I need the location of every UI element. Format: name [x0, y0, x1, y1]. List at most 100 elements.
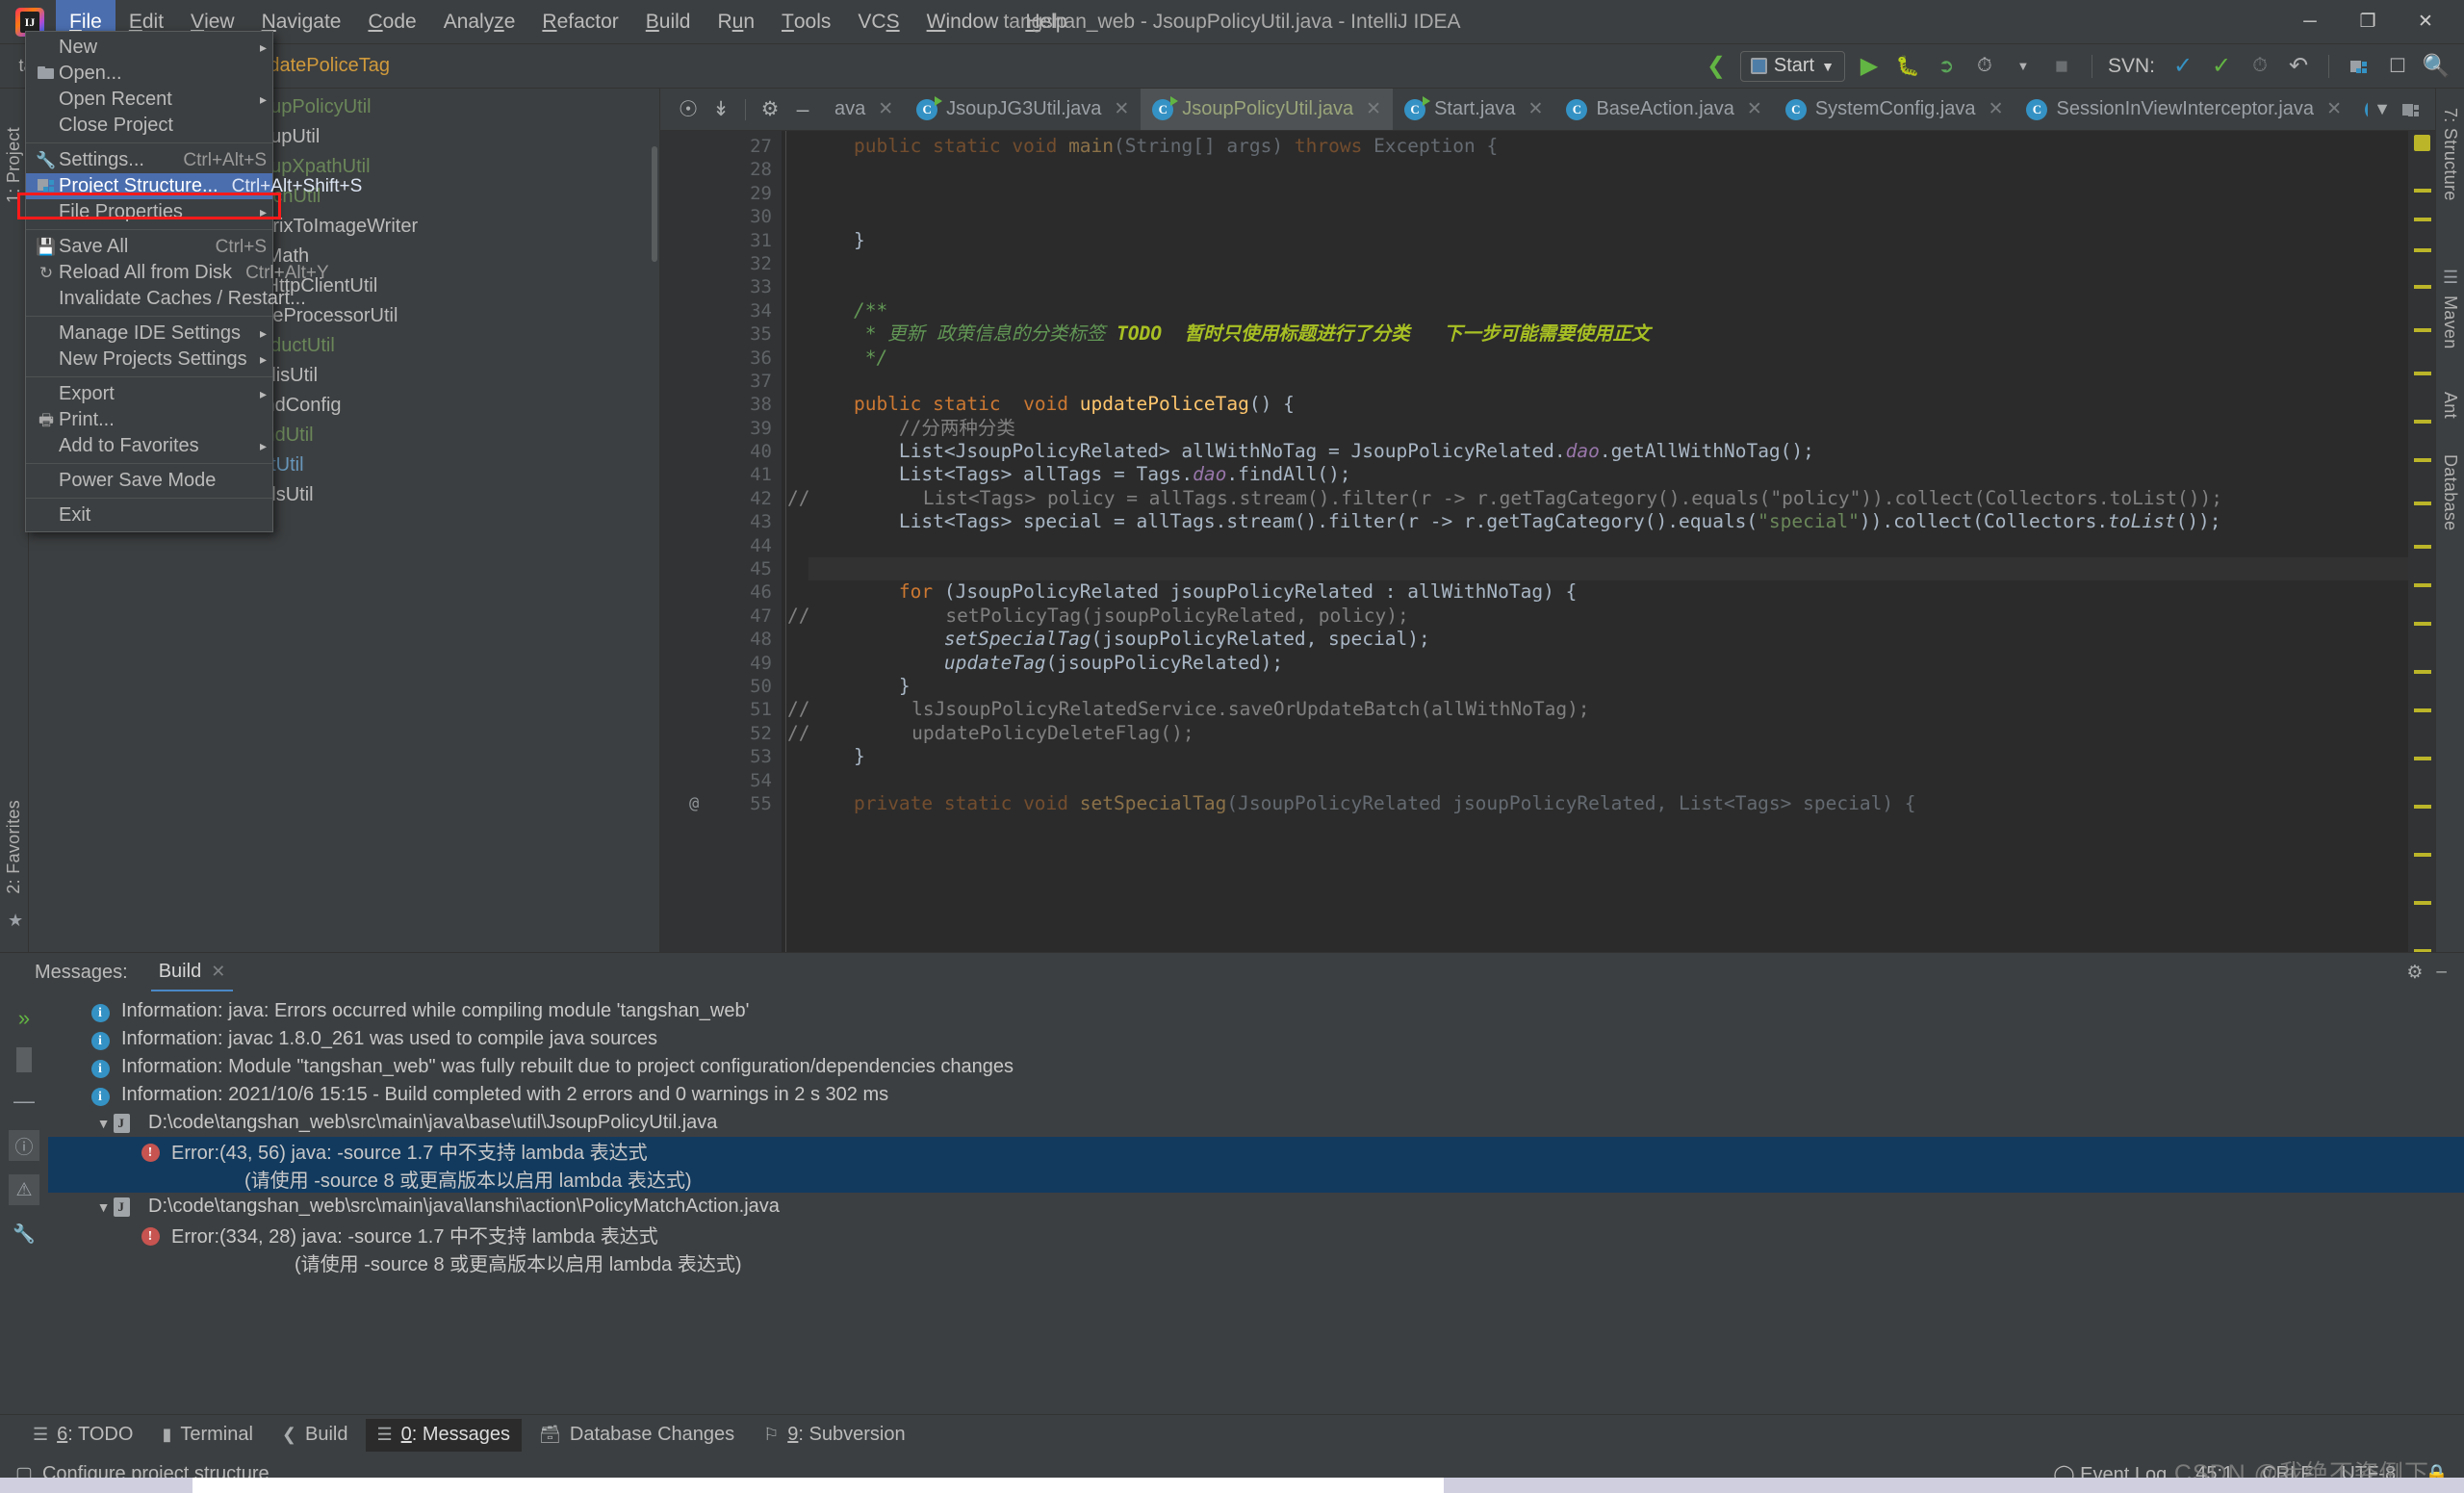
code-line[interactable]: // setPolicyTag(jsoupPolicyRelated, poli… [787, 605, 2408, 628]
bottom-tab-0-messages[interactable]: ☰ 0: Messages [365, 1418, 523, 1452]
line-number[interactable]: 47 [676, 605, 782, 628]
hide-icon[interactable]: – [788, 95, 817, 124]
tool-tab-structure[interactable]: 7: Structure [2440, 108, 2460, 201]
message-row[interactable]: ! Error:(334, 28) java: -source 1.7 中不支持 … [48, 1221, 2464, 1248]
stop-icon[interactable]: ■ [2047, 52, 2076, 81]
code-line[interactable]: */ [808, 347, 2408, 370]
code-line[interactable]: //分两种分类 [808, 417, 2408, 440]
tool-tab-favorites[interactable]: 2: Favorites [4, 800, 24, 894]
collapse-icon[interactable]: — [9, 1086, 39, 1117]
run-icon[interactable]: ▶ [1855, 52, 1884, 81]
code-line[interactable]: public static void updatePoliceTag() { [808, 393, 2408, 416]
message-row[interactable]: ! Error:(43, 56) java: -source 1.7 中不支持 l… [48, 1137, 2464, 1165]
code-editor[interactable]: 2728293031△323334▽3536△3738▽394041424344… [660, 131, 2435, 952]
message-row[interactable]: i Information: javac 1.8.0_261 was used t… [48, 1025, 2464, 1053]
file-menu-dropdown[interactable]: New ▸ Open... Open Recent ▸ Close Project 🔧 Set… [25, 31, 362, 532]
line-number[interactable]: 51▽ [676, 698, 799, 721]
code-line[interactable]: * 更新 政策信息的分类标签 TODO 暂时只使用标题进行了分类 下一步可能需要… [808, 322, 2408, 346]
warning-filter-icon[interactable]: ⚠ [9, 1174, 39, 1205]
line-number[interactable]: 32 [676, 252, 782, 275]
line-number[interactable]: 53△ [676, 745, 799, 768]
code-line[interactable]: } [808, 675, 2408, 698]
line-number[interactable]: 45 [676, 557, 782, 580]
file-menu-item-settings[interactable]: 🔧 Settings... Ctrl+Alt+S [26, 147, 272, 173]
line-number[interactable]: 27 [676, 135, 782, 158]
bottom-tab-6-todo[interactable]: ☰ 6: TODO [21, 1419, 144, 1452]
bottom-tab-database-changes[interactable]: 🗃 Database Changes [527, 1419, 746, 1452]
menu-run[interactable]: Run [705, 0, 769, 43]
line-number[interactable]: 41 [676, 463, 782, 486]
maximize-button[interactable]: ❐ [2339, 1, 2397, 43]
message-row[interactable]: i Information: Module "tangshan_web" was … [48, 1053, 2464, 1081]
profile-dropdown-icon[interactable]: ▼ [2009, 52, 2038, 81]
project-scrollbar[interactable] [652, 146, 657, 262]
code-line[interactable]: // List<Tags> policy = allTags.stream().… [787, 487, 2408, 510]
search-everywhere-icon[interactable]: 🔍 [2422, 52, 2451, 81]
file-menu-item-file-properties[interactable]: File Properties ▸ [26, 199, 272, 225]
line-number[interactable]: 30 [676, 205, 782, 228]
close-icon[interactable]: ✕ [1747, 98, 1762, 120]
tool-tab-project[interactable]: 1: Project [4, 127, 24, 203]
menu-analyze[interactable]: Analy z e [430, 0, 529, 43]
file-menu-item-open-recent[interactable]: Open Recent ▸ [26, 87, 272, 113]
code-line[interactable]: for (JsoupPolicyRelated jsoupPolicyRelat… [808, 580, 2408, 604]
line-number[interactable]: 40 [676, 440, 782, 463]
line-number[interactable]: 35 [676, 322, 782, 346]
tab-overflow-chevron-down-icon[interactable]: ▼ [2368, 95, 2397, 124]
crosshair-icon[interactable]: ☉ [674, 95, 703, 124]
svn-update-icon[interactable]: ✓ [2169, 52, 2197, 81]
code-line[interactable]: /** [808, 299, 2408, 322]
tool-tab-maven[interactable]: Maven [2440, 296, 2460, 349]
code-line[interactable]: } [808, 229, 2408, 252]
editor-tab-ava[interactable]: ava ✕ [823, 89, 905, 130]
inspection-status-icon[interactable] [2414, 135, 2430, 151]
project-structure-icon[interactable] [2345, 52, 2374, 81]
editor-tab-sessioninviewinterceptor-java[interactable]: C SessionInViewInterceptor.java ✕ [2015, 89, 2353, 130]
line-number[interactable]: 42 [676, 487, 782, 510]
line-number[interactable]: 54 [676, 769, 782, 792]
line-number[interactable]: 44 [676, 534, 782, 557]
file-menu-item-new-projects-settings[interactable]: New Projects Settings ▸ [26, 347, 272, 373]
code-line[interactable] [808, 182, 2408, 205]
code-line[interactable] [808, 534, 2408, 557]
message-row[interactable]: i Information: java: Errors occurred whil… [48, 997, 2464, 1025]
line-number[interactable]: 37 [676, 370, 782, 393]
file-menu-item-print[interactable]: 🖶 Print... [26, 407, 272, 433]
code-line[interactable] [808, 557, 2408, 581]
editor-tab-jsoupjg3util-java[interactable]: C JsoupJG3Util.java ✕ [905, 89, 1141, 130]
line-number[interactable]: 34▽ [676, 299, 799, 322]
bottom-tool-tabs[interactable]: ☰ 6: TODO ▮ Terminal ❮ Build ☰ 0: Messages 🗃 Data… [0, 1414, 2464, 1454]
message-row[interactable]: (请使用 -source 8 或更高版本以启用 lambda 表达式) [48, 1248, 2464, 1276]
tool-tab-ant[interactable]: Ant [2440, 392, 2460, 419]
file-menu-item-save-all[interactable]: 💾 Save All Ctrl+S [26, 234, 272, 260]
line-number[interactable]: 46▽ [676, 580, 799, 604]
bottom-tab-9-subversion[interactable]: ⚐ 9: Subversion [752, 1419, 916, 1452]
editor-tab-start-java[interactable]: C Start.java ✕ [1393, 89, 1554, 130]
info-filter-icon[interactable]: ⓘ [9, 1130, 39, 1161]
close-button[interactable]: ✕ [2397, 1, 2454, 43]
menu-tools[interactable]: Tools [768, 0, 844, 43]
line-number[interactable]: 38▽ [676, 393, 799, 416]
menu-build[interactable]: Build [632, 0, 705, 43]
hide-icon[interactable]: – [2436, 962, 2447, 984]
minimize-button[interactable]: ─ [2281, 1, 2339, 43]
file-menu-item-new[interactable]: New ▸ [26, 35, 272, 61]
editor-tab-jsouppolicyutil-java[interactable]: C JsoupPolicyUtil.java ✕ [1141, 89, 1394, 130]
menu-window[interactable]: Window [913, 0, 1013, 43]
code-line[interactable] [808, 275, 2408, 298]
close-icon[interactable]: ✕ [2326, 98, 2342, 120]
file-menu-item-close-project[interactable]: Close Project [26, 113, 272, 139]
code-line[interactable]: // lsJsoupPolicyRelatedService.saveOrUpd… [787, 698, 2408, 721]
settings-icon[interactable]: 🔧 [9, 1219, 39, 1249]
profile-icon[interactable]: ⏱ [1970, 52, 1999, 81]
close-icon[interactable]: ✕ [211, 962, 225, 982]
line-number[interactable]: 50△ [676, 675, 799, 698]
code-content[interactable]: public static void main(String[] args) t… [782, 131, 2408, 952]
line-number[interactable]: 48 [676, 628, 782, 651]
select-opened-file-icon[interactable]: ☐ [2383, 52, 2412, 81]
message-row[interactable]: (请使用 -source 8 或更高版本以启用 lambda 表达式) [48, 1165, 2464, 1193]
code-line[interactable]: setSpecialTag(jsoupPolicyRelated, specia… [808, 628, 2408, 651]
message-row[interactable]: ▼ D:\code\tangshan_web\src\main\java\base… [48, 1109, 2464, 1137]
code-line[interactable] [808, 370, 2408, 393]
close-icon[interactable]: ✕ [1528, 98, 1544, 120]
